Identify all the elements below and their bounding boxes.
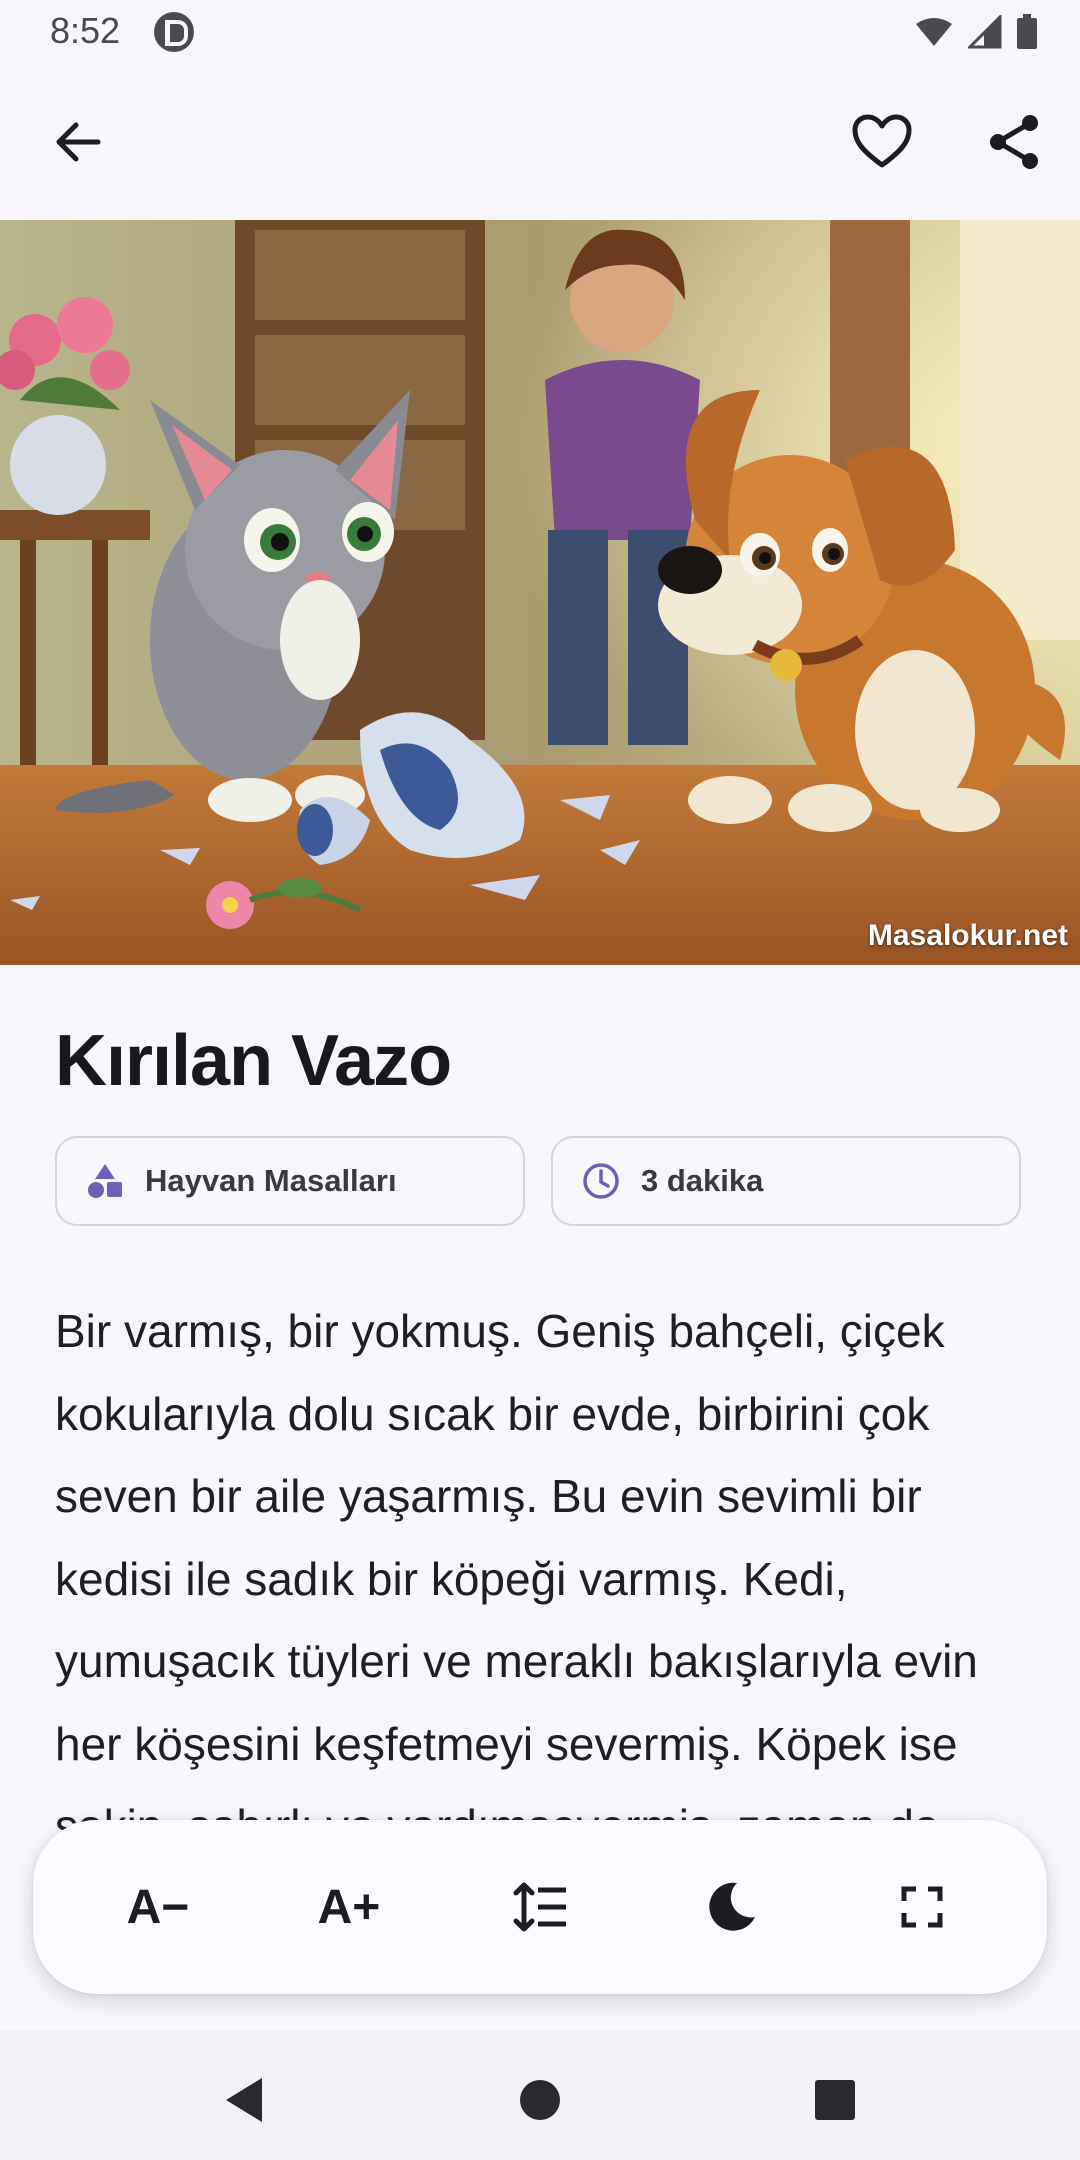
shapes-icon [85,1161,125,1201]
read-time-chip[interactable]: 3 dakika [551,1136,1021,1226]
story-title: Kırılan Vazo [55,1021,452,1101]
moon-icon [709,1882,755,1931]
status-icons [914,14,1038,50]
nav-back-button[interactable] [205,2060,285,2140]
nav-recents-square-icon [815,2080,855,2120]
back-button[interactable] [38,102,118,182]
fullscreen-icon [901,1886,943,1928]
favorite-button[interactable] [842,102,922,182]
share-button[interactable] [974,102,1054,182]
dark-mode-button[interactable] [681,1857,781,1957]
reader-toolbar: A− A+ [33,1820,1047,1994]
increase-font-label: A+ [317,1880,381,1934]
status-bar: 8:52 [0,0,1080,64]
heart-outline-icon [852,114,912,168]
fullscreen-button[interactable] [872,1857,972,1957]
hero-image: Masalokur.net [0,220,1080,965]
cellular-signal-icon [968,15,1002,49]
decrease-font-label: A− [126,1880,190,1934]
image-watermark: Masalokur.net [867,919,1068,952]
story-illustration [0,220,1080,965]
nav-home-circle-icon [520,2080,560,2120]
nav-home-button[interactable] [500,2060,580,2140]
nav-back-triangle-icon [226,2078,262,2122]
clock-icon [581,1161,621,1201]
line-spacing-icon [513,1882,566,1932]
arrow-left-icon [56,122,101,162]
category-label: Hayvan Masalları [145,1163,397,1198]
wifi-icon [916,18,952,46]
battery-icon [1017,14,1037,49]
app-bar [0,64,1080,220]
nav-recents-button[interactable] [795,2060,875,2140]
status-time: 8:52 [50,10,121,51]
increase-font-button[interactable]: A+ [299,1857,399,1957]
decrease-font-button[interactable]: A− [108,1857,208,1957]
read-time-label: 3 dakika [641,1163,764,1198]
line-spacing-button[interactable] [490,1857,590,1957]
app-notification-icon [154,12,194,52]
share-icon [990,115,1038,169]
system-nav-bar [0,2030,1080,2160]
category-chip[interactable]: Hayvan Masalları [55,1136,525,1226]
